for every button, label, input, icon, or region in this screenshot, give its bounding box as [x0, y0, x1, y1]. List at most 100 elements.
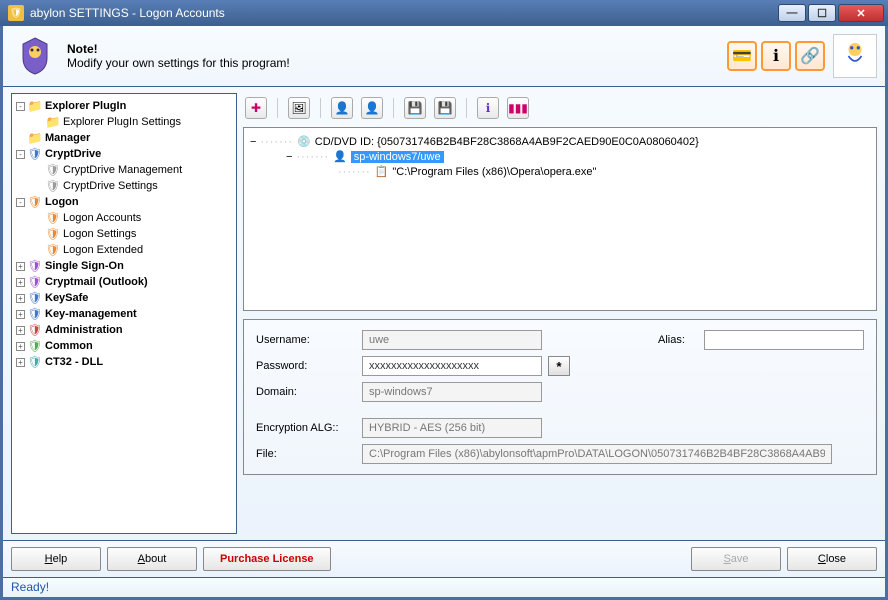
window-close-button[interactable]: ✕ — [838, 4, 884, 22]
sidebar-item[interactable]: 🛡CryptDrive Settings — [16, 178, 232, 194]
sidebar-item[interactable]: 🛡Logon Accounts — [16, 210, 232, 226]
sidebar-item-label: KeySafe — [45, 292, 88, 304]
shield-gray-icon: 🛡 — [46, 163, 60, 177]
purchase-button[interactable]: Purchase License — [203, 547, 331, 571]
expand-icon[interactable]: − — [250, 136, 256, 148]
expand-icon[interactable]: + — [16, 278, 25, 287]
toolbar-barcode-icon[interactable]: ▮▮▮ — [507, 97, 529, 119]
sidebar-item-label: Explorer PlugIn — [45, 100, 126, 112]
sidebar-item[interactable]: +🛡KeySafe — [16, 290, 232, 306]
expand-icon — [34, 118, 43, 127]
minimize-button[interactable]: — — [778, 4, 806, 22]
form-panel: Username: Alias: Password: * Domain: Enc… — [243, 319, 877, 475]
sidebar-item-label: Administration — [45, 324, 123, 336]
expand-icon[interactable]: + — [16, 294, 25, 303]
expand-icon[interactable]: + — [16, 342, 25, 351]
bottom-bar: Help About Purchase License Save Close — [3, 540, 885, 577]
app-icon: 🛡 — [8, 5, 24, 21]
separator — [320, 98, 321, 118]
password-field[interactable] — [362, 356, 542, 376]
expand-icon[interactable]: - — [16, 198, 25, 207]
toolbar-card-remove-icon[interactable]: 💾 — [434, 97, 456, 119]
shield-orange-icon: 🛡 — [46, 243, 60, 257]
expand-icon[interactable]: + — [16, 262, 25, 271]
sidebar-item-label: Single Sign-On — [45, 260, 124, 272]
sidebar-item[interactable]: +🛡Common — [16, 338, 232, 354]
expand-icon — [34, 246, 43, 255]
sidebar-item[interactable]: 🛡CryptDrive Management — [16, 162, 232, 178]
expand-icon[interactable]: - — [16, 150, 25, 159]
sidebar-item[interactable]: +🛡Cryptmail (Outlook) — [16, 274, 232, 290]
sidebar-item[interactable]: -🛡Logon — [16, 194, 232, 210]
sidebar-item[interactable]: 🛡Logon Settings — [16, 226, 232, 242]
maximize-button[interactable]: ☐ — [808, 4, 836, 22]
banner-mascot-small-icon — [833, 34, 877, 78]
shield-orange-icon: 🛡 — [46, 227, 60, 241]
username-label: Username: — [256, 334, 356, 346]
sidebar-item[interactable]: +🛡Single Sign-On — [16, 258, 232, 274]
banner-card-icon[interactable]: 💳 — [727, 41, 757, 71]
sidebar-item-label: Cryptmail (Outlook) — [45, 276, 148, 288]
expand-icon — [34, 214, 43, 223]
shield-teal-icon: 🛡 — [28, 355, 42, 369]
expand-icon — [34, 166, 43, 175]
shield-red-icon: 🛡 — [28, 323, 42, 337]
expand-icon[interactable]: - — [16, 102, 25, 111]
about-button[interactable]: About — [107, 547, 197, 571]
sidebar-item-label: Explorer PlugIn Settings — [63, 116, 181, 128]
expand-icon[interactable]: + — [16, 310, 25, 319]
expand-icon[interactable]: − — [286, 151, 292, 163]
banner-info-icon[interactable]: ℹ — [761, 41, 791, 71]
close-button[interactable]: Close — [787, 547, 877, 571]
toolbar-user-add-icon[interactable]: 👤 — [331, 97, 353, 119]
folder-icon: 📁 — [28, 131, 42, 145]
banner-text: Note! Modify your own settings for this … — [67, 42, 727, 70]
toolbar-add-icon[interactable]: ✚ — [245, 97, 267, 119]
shield-blue-icon: 🛡 — [28, 147, 42, 161]
sidebar-item[interactable]: -🛡CryptDrive — [16, 146, 232, 162]
sidebar-item[interactable]: +🛡CT32 - DLL — [16, 354, 232, 370]
shield-blue-icon: 🛡 — [28, 291, 42, 305]
main-area: -📁Explorer PlugIn📁Explorer PlugIn Settin… — [3, 87, 885, 540]
sidebar-item[interactable]: -📁Explorer PlugIn — [16, 98, 232, 114]
sidebar-item[interactable]: 📁Manager — [16, 130, 232, 146]
alias-field[interactable] — [704, 330, 864, 350]
username-field[interactable] — [362, 330, 542, 350]
toolbar-user-remove-icon[interactable]: 👤 — [361, 97, 383, 119]
encryption-field[interactable] — [362, 418, 542, 438]
account-tree[interactable]: − ······· 💿 CD/DVD ID: {050731746B2B4BF2… — [243, 127, 877, 311]
sidebar-item[interactable]: +🛡Administration — [16, 322, 232, 338]
toolbar-info-icon[interactable]: ℹ — [477, 97, 499, 119]
expand-icon — [34, 230, 43, 239]
sidebar-item-label: Logon Settings — [63, 228, 136, 240]
expand-icon[interactable]: + — [16, 358, 25, 367]
toolbar-card-add-icon[interactable]: 💾 — [404, 97, 426, 119]
sidebar-item-label: Common — [45, 340, 93, 352]
alias-label: Alias: — [658, 334, 698, 346]
sidebar-item[interactable]: +🛡Key-management — [16, 306, 232, 322]
window-body: Note! Modify your own settings for this … — [0, 26, 888, 600]
help-button[interactable]: Help — [11, 547, 101, 571]
file-field[interactable] — [362, 444, 832, 464]
sidebar-item-label: Logon Extended — [63, 244, 143, 256]
expand-icon — [34, 182, 43, 191]
tree-user-label[interactable]: sp-windows7/uwe — [351, 151, 444, 163]
sidebar-item[interactable]: 📁Explorer PlugIn Settings — [16, 114, 232, 130]
banner: Note! Modify your own settings for this … — [3, 26, 885, 87]
domain-field[interactable] — [362, 382, 542, 402]
expand-icon[interactable]: + — [16, 326, 25, 335]
file-icon: 📋 — [375, 165, 389, 178]
shield-gray-icon: 🛡 — [46, 179, 60, 193]
tree-file-label: "C:\Program Files (x86)\Opera\opera.exe" — [392, 166, 596, 178]
password-reveal-button[interactable]: * — [548, 356, 570, 376]
sidebar-item-label: Logon Accounts — [63, 212, 141, 224]
shield-orange-icon: 🛡 — [28, 195, 42, 209]
toolbar-image-icon[interactable]: 🖼 — [288, 97, 310, 119]
sidebar-item[interactable]: 🛡Logon Extended — [16, 242, 232, 258]
sidebar-item-label: Manager — [45, 132, 90, 144]
sidebar-item-label: CryptDrive Settings — [63, 180, 158, 192]
banner-link-icon[interactable]: 🔗 — [795, 41, 825, 71]
banner-note-title: Note! — [67, 42, 727, 56]
folder-icon: 📁 — [28, 99, 42, 113]
separator — [466, 98, 467, 118]
